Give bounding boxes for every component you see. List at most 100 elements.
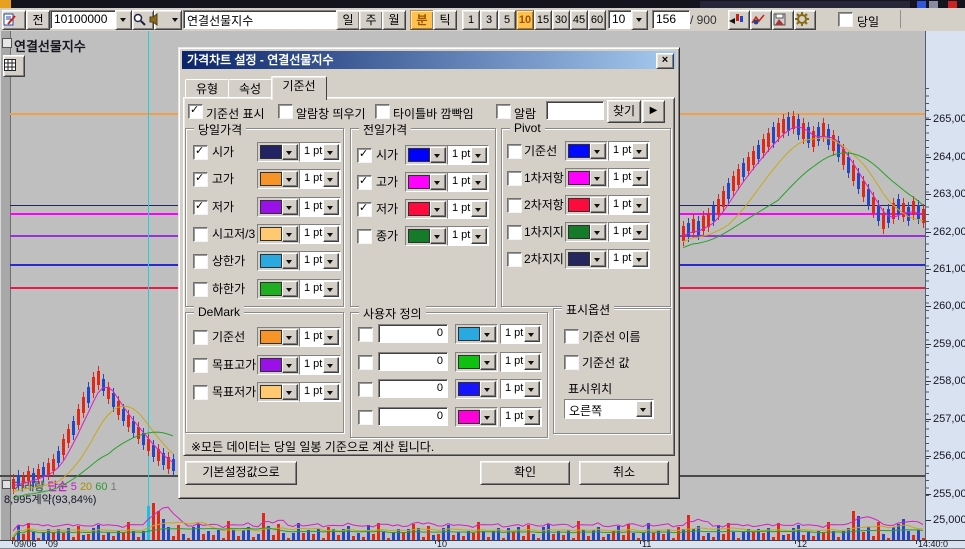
show-baseline-checkbox[interactable]: [188, 104, 203, 119]
demark-1-width-select-arrow[interactable]: [323, 329, 339, 345]
today-1-checkbox[interactable]: [193, 145, 208, 160]
today-1-color-select[interactable]: [257, 142, 300, 162]
custom-4-value-input[interactable]: 0: [378, 407, 448, 426]
today-4-color-select[interactable]: [257, 224, 300, 244]
stock-code-dropdown[interactable]: [115, 10, 132, 30]
today-2-width-select-arrow[interactable]: [323, 171, 339, 187]
pivot-5-width-select-arrow[interactable]: [632, 251, 648, 267]
prev-1-width-select[interactable]: 1 pt: [447, 145, 489, 165]
prev-3-color-select-arrow[interactable]: [430, 201, 446, 217]
demark-1-color-select[interactable]: [257, 327, 300, 347]
pivot-4-color-select-arrow[interactable]: [590, 224, 606, 240]
interval-button-1[interactable]: 1: [462, 10, 480, 30]
custom-3-checkbox[interactable]: [358, 382, 373, 397]
today-2-checkbox[interactable]: [193, 172, 208, 187]
window-button-icon[interactable]: [917, 1, 926, 8]
price-axis[interactable]: LC:2,68 HC:-1,0 265,00264,00263,00262,00…: [925, 31, 965, 547]
grid-toggle-button[interactable]: [3, 55, 25, 77]
custom-1-width-select-arrow[interactable]: [524, 326, 540, 342]
pivot-5-color-select[interactable]: [565, 249, 608, 269]
period-week-button[interactable]: 주: [359, 10, 383, 30]
today-5-color-select-arrow[interactable]: [282, 253, 298, 269]
demark-3-width-select-arrow[interactable]: [323, 384, 339, 400]
pivot-1-color-select-arrow[interactable]: [590, 143, 606, 159]
prev-4-width-select-arrow[interactable]: [471, 228, 487, 244]
prev-1-color-select[interactable]: [405, 145, 448, 165]
interval-button-60[interactable]: 60: [588, 10, 606, 30]
window-button-icon[interactable]: [929, 1, 938, 8]
volume-title-box-icon[interactable]: [2, 480, 11, 489]
prev-4-width-select[interactable]: 1 pt: [447, 226, 489, 246]
today-4-width-select-arrow[interactable]: [323, 226, 339, 242]
custom-1-width-select[interactable]: 1 pt: [500, 324, 542, 344]
cancel-button[interactable]: 취소: [579, 461, 669, 485]
window-close-icon[interactable]: [948, 1, 957, 8]
prev-1-checkbox[interactable]: [357, 148, 372, 163]
alarm-value-input[interactable]: [546, 101, 604, 120]
stock-name-input[interactable]: 연결선물지수: [183, 10, 337, 29]
custom-1-value-input[interactable]: 0: [378, 324, 448, 343]
prev-1-color-select-arrow[interactable]: [430, 147, 446, 163]
pivot-1-width-select[interactable]: 1 pt: [608, 141, 650, 161]
today-6-width-select[interactable]: 1 pt: [299, 279, 341, 299]
today-1-color-select-arrow[interactable]: [282, 144, 298, 160]
custom-1-color-select-arrow[interactable]: [480, 326, 496, 342]
today-5-checkbox[interactable]: [193, 254, 208, 269]
save-chart-button[interactable]: [772, 10, 794, 30]
dialog-titlebar[interactable]: 가격차트 설정 - 연결선물지수: [182, 51, 676, 69]
today-4-width-select[interactable]: 1 pt: [299, 224, 341, 244]
demark-3-checkbox[interactable]: [193, 385, 208, 400]
today-2-color-select-arrow[interactable]: [282, 171, 298, 187]
today-3-width-select[interactable]: 1 pt: [299, 197, 341, 217]
custom-3-color-select-arrow[interactable]: [480, 381, 496, 397]
demark-2-color-select-arrow[interactable]: [282, 357, 298, 373]
custom-4-width-select-arrow[interactable]: [524, 409, 540, 425]
pivot-2-checkbox[interactable]: [507, 171, 522, 186]
baseline-name-checkbox[interactable]: [564, 329, 579, 344]
prev-4-color-select-arrow[interactable]: [430, 228, 446, 244]
stock-code-input[interactable]: 10100000: [50, 10, 122, 29]
interval-select-dropdown[interactable]: [631, 10, 648, 30]
demark-1-color-select-arrow[interactable]: [282, 329, 298, 345]
interval-button-15[interactable]: 15: [534, 10, 552, 30]
custom-2-width-select[interactable]: 1 pt: [500, 352, 542, 372]
line-chart-button[interactable]: [750, 10, 772, 30]
pivot-4-color-select[interactable]: [565, 222, 608, 242]
prev-2-width-select-arrow[interactable]: [471, 174, 487, 190]
prev-1-width-select-arrow[interactable]: [471, 147, 487, 163]
today-1-width-select-arrow[interactable]: [323, 144, 339, 160]
pivot-3-width-select[interactable]: 1 pt: [608, 195, 650, 215]
prev-2-checkbox[interactable]: [357, 175, 372, 190]
pivot-3-checkbox[interactable]: [507, 198, 522, 213]
pivot-5-color-select-arrow[interactable]: [590, 251, 606, 267]
demark-1-checkbox[interactable]: [193, 330, 208, 345]
pivot-4-checkbox[interactable]: [507, 225, 522, 240]
today-6-color-select[interactable]: [257, 279, 300, 299]
interval-button-5[interactable]: 5: [498, 10, 516, 30]
custom-3-width-select[interactable]: 1 pt: [500, 379, 542, 399]
alarm-checkbox[interactable]: [496, 104, 511, 119]
custom-2-width-select-arrow[interactable]: [524, 354, 540, 370]
interval-button-10[interactable]: 10: [516, 10, 534, 30]
today-6-width-select-arrow[interactable]: [323, 281, 339, 297]
demark-3-color-select-arrow[interactable]: [282, 384, 298, 400]
pivot-4-width-select[interactable]: 1 pt: [608, 222, 650, 242]
today-3-color-select-arrow[interactable]: [282, 199, 298, 215]
today-only-checkbox[interactable]: [838, 12, 853, 27]
reset-defaults-button[interactable]: 기본설정값으로: [185, 461, 297, 485]
prev-2-color-select[interactable]: [405, 172, 448, 192]
custom-2-value-input[interactable]: 0: [378, 352, 448, 371]
baseline-value-checkbox[interactable]: [564, 355, 579, 370]
period-month-button[interactable]: 월: [382, 10, 406, 30]
demark-2-width-select-arrow[interactable]: [323, 357, 339, 373]
today-3-checkbox[interactable]: [193, 200, 208, 215]
prev-3-checkbox[interactable]: [357, 202, 372, 217]
custom-4-color-select-arrow[interactable]: [480, 409, 496, 425]
candle-style-button[interactable]: [728, 10, 750, 30]
custom-3-width-select-arrow[interactable]: [524, 381, 540, 397]
play-button[interactable]: ▶: [642, 100, 665, 123]
today-5-color-select[interactable]: [257, 251, 300, 271]
custom-2-checkbox[interactable]: [358, 355, 373, 370]
find-button[interactable]: 찾기: [607, 100, 641, 123]
interval-button-45[interactable]: 45: [570, 10, 588, 30]
